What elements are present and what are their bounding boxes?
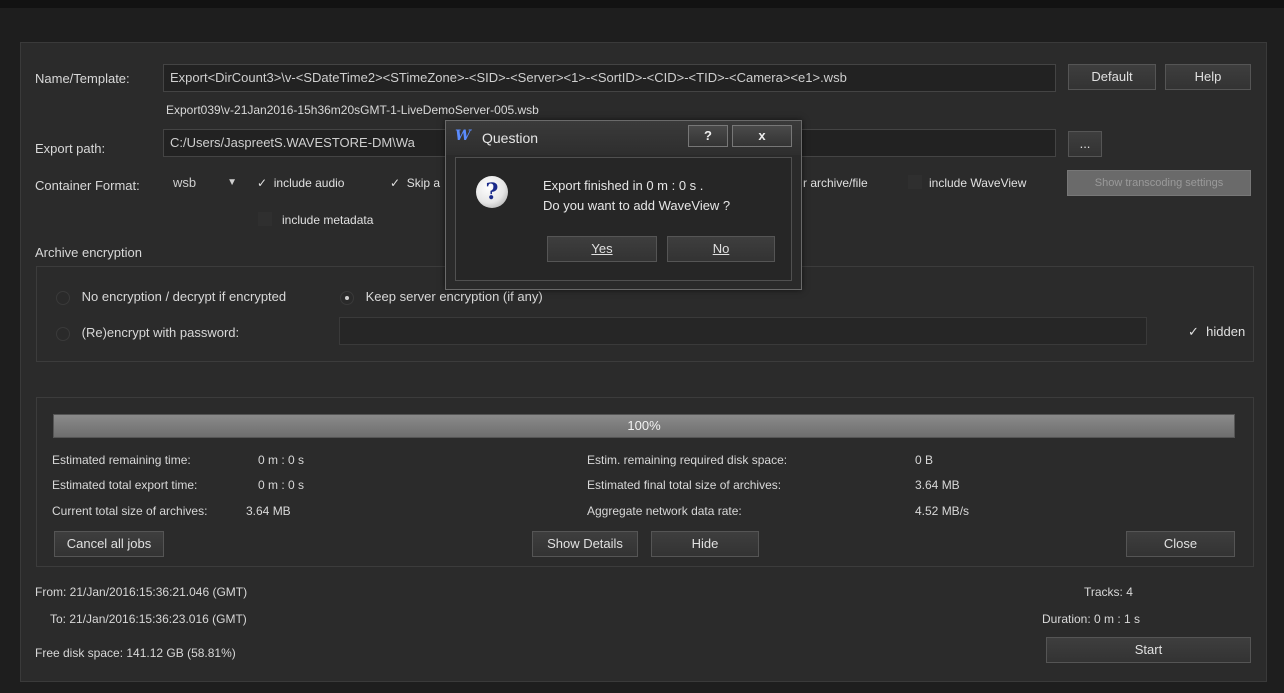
include-waveview-checkbox[interactable] <box>908 175 922 189</box>
final-size-label: Estimated final total size of archives: <box>587 478 782 492</box>
no-button[interactable]: No <box>667 236 775 262</box>
check-icon: ✓ <box>390 176 401 190</box>
show-transcoding-settings-button[interactable]: Show transcoding settings <box>1067 170 1251 196</box>
close-button[interactable]: Close <box>1126 531 1235 557</box>
progress-bar: 100% <box>53 414 1235 438</box>
dialog-title: Question <box>482 130 539 146</box>
no-encryption-radio[interactable]: No encryption / decrypt if encrypted <box>56 289 286 305</box>
title-bar <box>0 0 1284 8</box>
check-icon: ✓ <box>257 176 268 190</box>
skip-label: Skip a <box>406 176 441 190</box>
app-logo-icon: W <box>455 128 471 144</box>
free-disk-space: Free disk space: 141.12 GB (58.81%) <box>35 646 236 660</box>
current-size-value: 3.64 MB <box>246 504 291 518</box>
total-time-value: 0 m : 0 s <box>258 478 305 492</box>
per-archive-label: r archive/file <box>803 176 868 190</box>
radio-icon <box>56 290 70 305</box>
container-format-value: wsb <box>173 175 197 190</box>
yes-label: Yes <box>591 241 613 256</box>
help-button[interactable]: Help <box>1165 64 1251 90</box>
hidden-label: hidden <box>1206 324 1246 339</box>
radio-selected-icon <box>340 290 354 305</box>
to-timestamp: To: 21/Jan/2016:15:36:23.016 (GMT) <box>50 612 247 626</box>
remaining-time-label: Estimated remaining time: <box>52 453 191 467</box>
dialog-body <box>455 157 792 281</box>
no-label: No <box>712 241 730 256</box>
disk-required-value: 0 B <box>915 453 934 467</box>
no-encryption-label: No encryption / decrypt if encrypted <box>81 289 287 304</box>
close-icon[interactable]: x <box>732 125 792 147</box>
data-rate-value: 4.52 MB/s <box>915 504 970 518</box>
export-path-label: Export path: <box>35 141 106 156</box>
default-button[interactable]: Default <box>1068 64 1156 90</box>
browse-button[interactable]: ... <box>1068 131 1102 157</box>
include-waveview-label: include WaveView <box>929 176 1027 190</box>
include-audio-checkbox[interactable]: ✓ include audio <box>257 176 344 190</box>
radio-icon <box>56 326 70 341</box>
total-time-label: Estimated total export time: <box>52 478 198 492</box>
current-size-label: Current total size of archives: <box>52 504 208 518</box>
yes-button[interactable]: Yes <box>547 236 657 262</box>
keep-encryption-radio[interactable]: Keep server encryption (if any) <box>340 289 543 305</box>
archive-encryption-title: Archive encryption <box>35 245 142 260</box>
include-audio-label: include audio <box>273 176 345 190</box>
tracks-count: Tracks: 4 <box>1084 585 1133 599</box>
duration-value: Duration: 0 m : 1 s <box>1042 612 1141 626</box>
start-button[interactable]: Start <box>1046 637 1251 663</box>
container-format-select[interactable]: wsb ▼ <box>166 170 246 196</box>
dialog-message-line2: Do you want to add WaveView ? <box>543 198 731 213</box>
progress-label: 100% <box>627 418 661 433</box>
container-format-label: Container Format: <box>35 178 140 193</box>
hide-button[interactable]: Hide <box>651 531 759 557</box>
password-input[interactable] <box>339 317 1147 345</box>
question-icon: ? <box>476 176 508 208</box>
show-details-button[interactable]: Show Details <box>532 531 638 557</box>
name-preview: Export039\v-21Jan2016-15h36m20sGMT-1-Liv… <box>166 103 539 117</box>
name-template-input[interactable]: Export<DirCount3>\v-<SDateTime2><STimeZo… <box>163 64 1056 92</box>
help-icon[interactable]: ? <box>688 125 728 147</box>
from-timestamp: From: 21/Jan/2016:15:36:21.046 (GMT) <box>35 585 248 599</box>
check-icon: ✓ <box>1188 324 1199 339</box>
data-rate-label: Aggregate network data rate: <box>587 504 742 518</box>
name-template-label: Name/Template: <box>35 71 130 86</box>
remaining-time-value: 0 m : 0 s <box>258 453 305 467</box>
hidden-checkbox[interactable]: ✓ hidden <box>1188 324 1245 340</box>
include-metadata-checkbox[interactable] <box>258 212 272 226</box>
keep-encryption-label: Keep server encryption (if any) <box>365 289 543 304</box>
disk-required-label: Estim. remaining required disk space: <box>587 453 788 467</box>
chevron-down-icon: ▼ <box>227 177 237 188</box>
reencrypt-radio[interactable]: (Re)encrypt with password: <box>56 325 239 341</box>
skip-checkbox[interactable]: ✓ Skip a <box>390 176 440 190</box>
dialog-message-line1: Export finished in 0 m : 0 s . <box>543 178 704 193</box>
cancel-all-jobs-button[interactable]: Cancel all jobs <box>54 531 164 557</box>
include-metadata-label: include metadata <box>282 213 374 227</box>
reencrypt-label: (Re)encrypt with password: <box>81 325 240 340</box>
final-size-value: 3.64 MB <box>915 478 960 492</box>
